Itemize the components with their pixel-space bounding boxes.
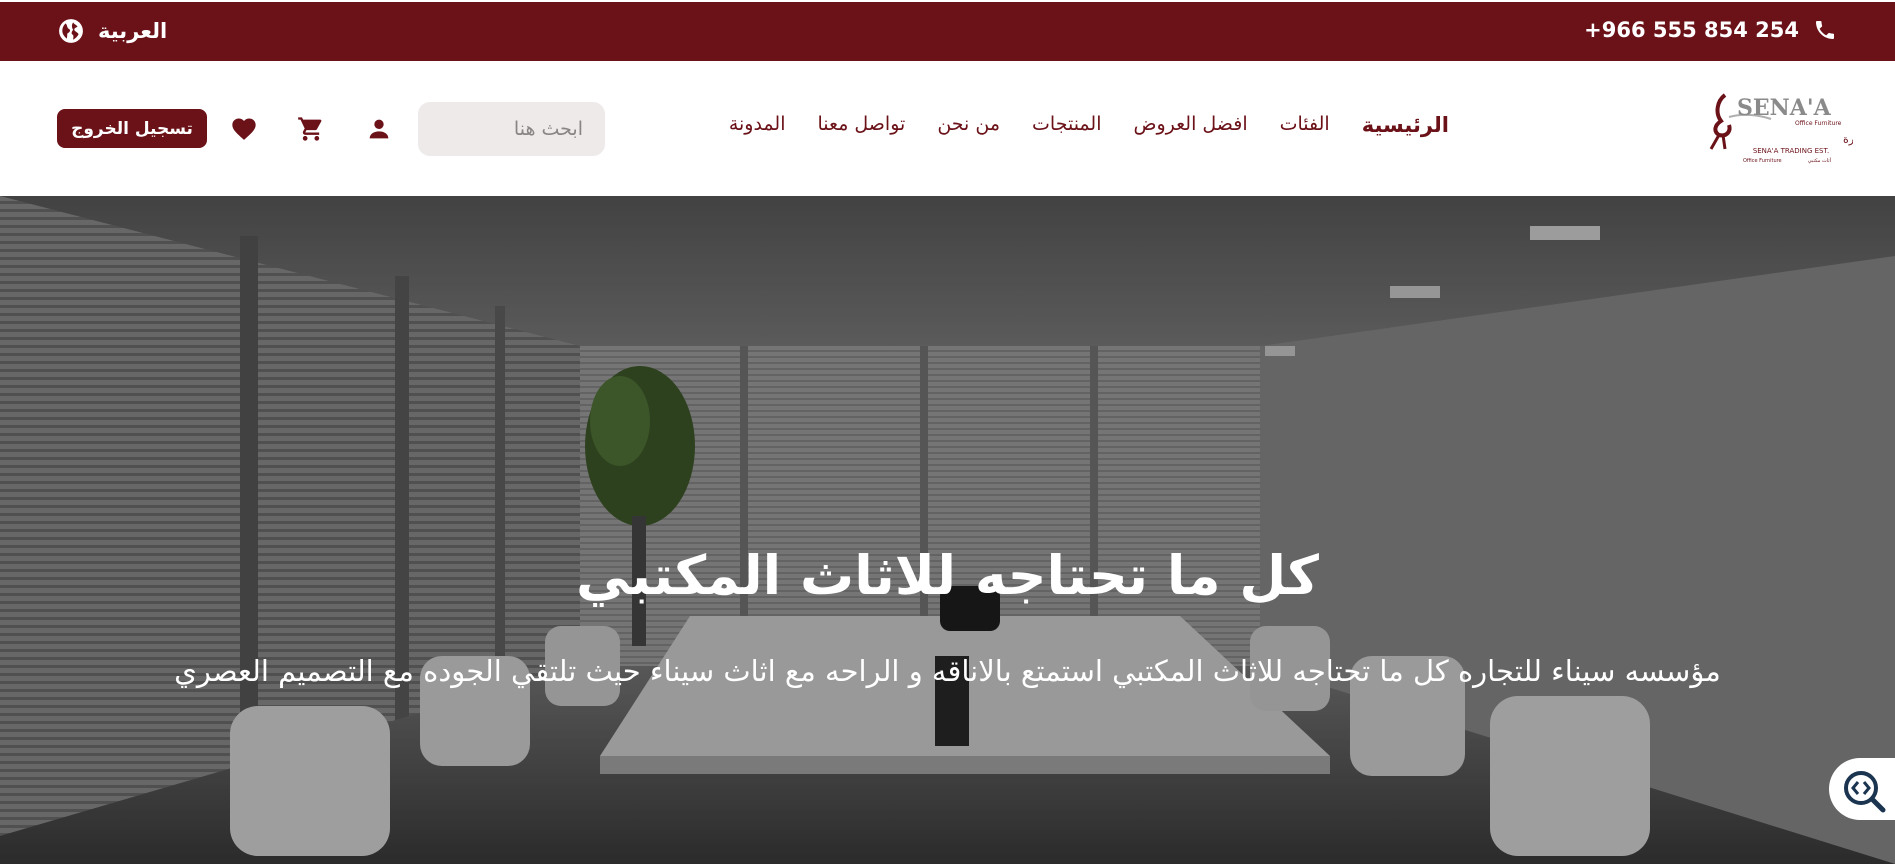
hero-background-image <box>0 196 1895 864</box>
phone-icon <box>1816 21 1834 39</box>
language-label: العربية <box>98 19 168 43</box>
logout-button[interactable]: تسجيل الخروج <box>57 109 207 148</box>
nav-item-home[interactable]: الرئيسية <box>1362 113 1449 137</box>
search-input[interactable] <box>418 102 605 156</box>
hero-subtitle: مؤسسه سيناء للتجاره كل ما تحتاجه للاثاث … <box>174 654 1721 688</box>
phone-number: +966 555 854 254 <box>1584 18 1799 42</box>
nav-item-contact[interactable]: تواصل معنا <box>818 113 906 137</box>
accessibility-widget-button[interactable] <box>1829 758 1895 820</box>
accessibility-zoom-icon <box>1844 771 1886 813</box>
nav-item-categories[interactable]: الفئات <box>1280 113 1330 137</box>
phone-contact[interactable]: +966 555 854 254 <box>1584 18 1837 42</box>
hero-banner: كل ما تحتاجه للاثاث المكتبي مؤسسه سيناء … <box>0 196 1895 864</box>
svg-text:Office Furniture: Office Furniture <box>1743 158 1782 164</box>
svg-text:SENA'A: SENA'A <box>1737 95 1832 121</box>
user-icon[interactable] <box>365 115 393 143</box>
nav-item-blog[interactable]: المدونة <box>729 113 786 137</box>
nav-item-about[interactable]: من نحن <box>937 113 1000 137</box>
site-logo[interactable]: SENA'A Office Furniture مؤسسة سيناء للتج… <box>1703 87 1895 167</box>
main-nav: الرئيسية الفئات افضل العروض المنتجات من … <box>729 113 1449 137</box>
language-switcher[interactable]: العربية <box>58 18 167 44</box>
globe-icon <box>59 19 83 43</box>
heart-icon[interactable] <box>230 115 258 143</box>
hero-title: كل ما تحتاجه للاثاث المكتبي <box>576 544 1319 607</box>
nav-item-best-offers[interactable]: افضل العروض <box>1133 113 1247 137</box>
main-header: SENA'A Office Furniture مؤسسة سيناء للتج… <box>0 61 1895 196</box>
nav-item-products[interactable]: المنتجات <box>1032 113 1101 137</box>
svg-text:أثاث مكتبي: أثاث مكتبي <box>1808 157 1832 164</box>
svg-text:Office Furniture: Office Furniture <box>1795 120 1842 127</box>
top-bar: العربية +966 555 854 254 <box>0 0 1895 61</box>
svg-text:SENA'A TRADING EST.: SENA'A TRADING EST. <box>1753 147 1829 155</box>
svg-text:مؤسسة سيناء للتجارة: مؤسسة سيناء للتجارة <box>1843 133 1853 146</box>
cart-icon[interactable] <box>297 115 325 143</box>
